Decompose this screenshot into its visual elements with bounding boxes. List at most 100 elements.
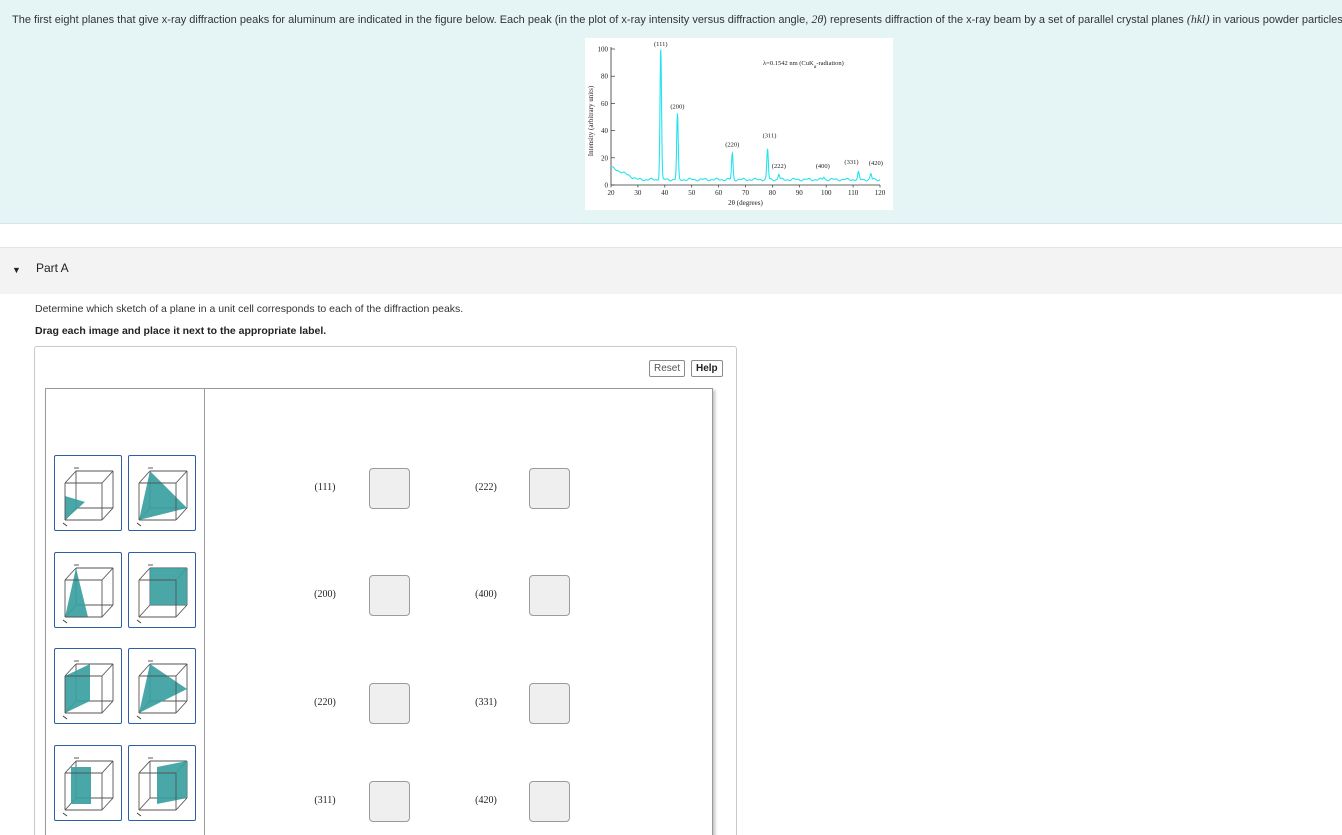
plane-sketch-tile[interactable] (54, 745, 122, 821)
peak-label: (331) (844, 159, 858, 166)
x-tick-label: 50 (688, 189, 696, 197)
x-tick-label: 20 (608, 189, 616, 197)
plane-sketch-tile[interactable] (128, 552, 196, 628)
plane-sketch-tile[interactable] (54, 552, 122, 628)
unit-cell-sketch (136, 660, 188, 720)
x-tick-label: 60 (715, 189, 723, 197)
question-instruction: Determine which sketch of a plane in a u… (35, 303, 464, 315)
axis-marker (62, 522, 68, 527)
plane-label: (222) (475, 482, 497, 493)
x-tick-label: 110 (848, 189, 859, 197)
shaded-plane (150, 568, 187, 605)
drop-target[interactable] (369, 683, 410, 724)
cube-edge (138, 604, 151, 618)
peak-label: (111) (654, 41, 668, 48)
collapse-caret-icon[interactable]: ▼ (12, 265, 21, 275)
plane-label: (200) (314, 589, 336, 600)
axis-marker (62, 619, 68, 624)
shaded-plane (157, 761, 187, 804)
drop-target[interactable] (529, 575, 570, 616)
plane-sketch-tile[interactable] (128, 648, 196, 724)
drag-instruction: Drag each image and place it next to the… (35, 325, 327, 337)
peak-label: (420) (869, 160, 883, 167)
x-axis-label: 2θ (degrees) (728, 199, 763, 207)
peak-label: (222) (772, 163, 786, 170)
y-axis-label: Intensity (arbitrary units) (587, 85, 595, 156)
drop-target[interactable] (529, 683, 570, 724)
drop-target[interactable] (529, 468, 570, 509)
cube-edge (101, 604, 114, 618)
xrd-pattern-figure: 20 30 40 50 60 70 80 90 100 110 120 0 20 40 60 80 100 2θ … (585, 38, 893, 210)
unit-cell-sketch (62, 757, 114, 817)
cube-edge (64, 470, 77, 484)
cube-edge (175, 470, 188, 484)
unit-cell-sketch (62, 660, 114, 720)
cube-edge (138, 760, 151, 774)
problem-intro: The first eight planes that give x-ray d… (0, 0, 1342, 224)
x-tick-label: 120 (875, 189, 886, 197)
peak-label: (400) (816, 163, 830, 170)
drop-target[interactable] (529, 781, 570, 822)
plane-sketch-tile[interactable] (54, 455, 122, 531)
axis-marker (62, 812, 68, 817)
unit-cell-sketch (62, 564, 114, 624)
image-source-bin (46, 389, 205, 835)
cube-edge (138, 567, 151, 581)
x-tick-label: 80 (769, 189, 777, 197)
plane-label: (220) (314, 697, 336, 708)
drop-target[interactable] (369, 575, 410, 616)
plane-sketch-tile[interactable] (128, 745, 196, 821)
drop-target[interactable] (369, 468, 410, 509)
axis-marker (136, 522, 142, 527)
wavelength-label: λ=0.1542 nm (CuKα-radiation) (763, 60, 844, 70)
plane-label: (311) (314, 795, 336, 806)
axis-marker (136, 619, 142, 624)
plane-label: (420) (475, 795, 497, 806)
x-tick-label: 70 (742, 189, 750, 197)
reset-button[interactable]: Reset (649, 360, 686, 377)
shaded-plane (71, 767, 91, 804)
plane-sketch-tile[interactable] (128, 455, 196, 531)
unit-cell-sketch (62, 467, 114, 527)
y-tick-label: 60 (601, 100, 609, 108)
plane-sketch-tile[interactable] (54, 648, 122, 724)
spectrum-line (610, 49, 881, 182)
plane-label: (111) (314, 482, 336, 493)
axis-marker (136, 715, 142, 720)
xrd-chart: 20 30 40 50 60 70 80 90 100 110 1200204060801002θ … (587, 41, 886, 207)
part-a-header[interactable]: ▼ Part A (0, 247, 1342, 294)
two-theta-symbol: 2θ (811, 12, 824, 26)
help-button[interactable]: Help (691, 360, 723, 377)
axis-marker (62, 715, 68, 720)
x-tick-label: 30 (634, 189, 642, 197)
y-tick-label: 40 (601, 127, 609, 135)
cube-edge (175, 663, 188, 677)
plane-label: (331) (475, 697, 497, 708)
cube-edge (101, 567, 114, 581)
shaded-plane (65, 568, 88, 617)
cube-edge (101, 470, 114, 484)
intro-text: The first eight planes that give x-ray d… (12, 12, 1342, 26)
axis-marker (136, 812, 142, 817)
unit-cell-sketch (136, 467, 188, 527)
x-tick-label: 100 (821, 189, 832, 197)
cube-edge (101, 507, 114, 521)
y-tick-label: 20 (601, 154, 609, 162)
cube-edge (101, 700, 114, 714)
drag-drop-area: (111) (222) (200) (400) (220) (331) (311) (420) (45, 388, 713, 835)
cube-edge (175, 604, 188, 618)
y-tick-label: 80 (601, 73, 609, 81)
x-tick-label: 90 (796, 189, 804, 197)
peak-label: (200) (670, 103, 684, 110)
plane-label: (400) (475, 589, 497, 600)
cube-edge (101, 760, 114, 774)
peak-label: (311) (763, 133, 777, 140)
drop-target[interactable] (369, 781, 410, 822)
peak-label: (220) (725, 142, 739, 149)
x-tick-label: 40 (661, 189, 669, 197)
hkl-symbol: (hkl) (1186, 12, 1210, 26)
part-a-title: Part A (36, 261, 69, 275)
unit-cell-sketch (136, 757, 188, 817)
cube-edge (175, 700, 188, 714)
y-tick-label: 0 (605, 182, 609, 190)
